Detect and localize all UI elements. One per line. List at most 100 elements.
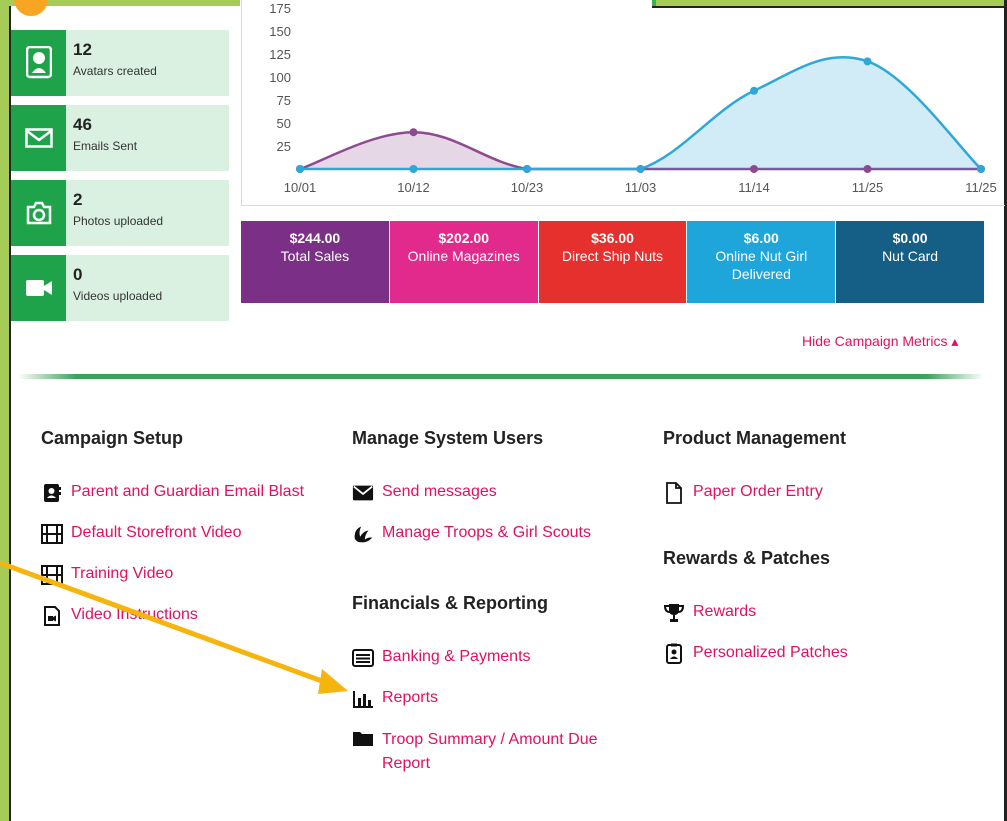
x-tick-label: 11/14 bbox=[738, 180, 770, 195]
link-label: Rewards bbox=[693, 603, 757, 620]
link-label: Reports bbox=[382, 689, 439, 706]
x-tick-label: 11/25 bbox=[965, 180, 997, 195]
y-tick-label: 25 bbox=[277, 139, 291, 154]
campaign-sales-chart: 175 150 125 100 75 50 25 10/01 10/12 10/23 11/03 11… bbox=[269, 1, 997, 195]
link-label: Send messages bbox=[382, 483, 497, 500]
default-storefront-video-link[interactable]: Default Storefront Video bbox=[41, 524, 241, 544]
tile-direct-ship-nuts[interactable]: $36.00 Direct Ship Nuts bbox=[538, 221, 687, 303]
tile-label: Direct Ship Nuts bbox=[561, 248, 664, 264]
tile-amount: $6.00 bbox=[743, 230, 779, 246]
stat-value: 0 bbox=[73, 265, 83, 284]
tile-amount: $202.00 bbox=[438, 230, 489, 246]
data-point[interactable] bbox=[977, 165, 985, 173]
sales-summary-tiles: $244.00 Total Sales $202.00 Online Magaz… bbox=[241, 221, 985, 303]
tile-label: Nut Card bbox=[882, 248, 939, 264]
personalized-patches-link[interactable]: Personalized Patches bbox=[663, 643, 848, 664]
y-tick-label: 100 bbox=[269, 70, 291, 85]
reports-link[interactable]: Reports bbox=[352, 689, 438, 709]
hide-campaign-metrics-link[interactable]: Hide Campaign Metrics ▴ bbox=[802, 333, 958, 350]
link-label: Banking & Payments bbox=[382, 648, 531, 665]
film-icon bbox=[41, 565, 63, 585]
list-alt-icon bbox=[352, 648, 374, 668]
tile-amount: $36.00 bbox=[591, 230, 634, 246]
badge-icon bbox=[663, 643, 685, 664]
film-icon bbox=[41, 524, 63, 544]
tile-amount: $244.00 bbox=[289, 230, 341, 246]
data-point[interactable] bbox=[523, 165, 531, 173]
banking-payments-link[interactable]: Banking & Payments bbox=[352, 648, 531, 668]
x-tick-label: 10/23 bbox=[511, 180, 544, 195]
avatar-icon bbox=[11, 30, 66, 96]
avatar[interactable] bbox=[14, 0, 48, 16]
file-icon bbox=[663, 482, 685, 504]
link-label: Parent and Guardian Email Blast bbox=[71, 483, 305, 500]
x-tick-label: 10/12 bbox=[397, 180, 430, 195]
troop-summary-label: Troop Summary / Amount Due Report bbox=[382, 728, 598, 776]
stat-label: Photos uploaded bbox=[73, 214, 164, 228]
bar-chart-icon bbox=[352, 689, 374, 709]
rewards-patches-title: Rewards & Patches bbox=[663, 548, 831, 568]
paper-order-entry-link[interactable]: Paper Order Entry bbox=[663, 482, 823, 504]
tile-label: Online Nut Girl Delivered bbox=[715, 248, 808, 282]
data-point[interactable] bbox=[750, 86, 758, 95]
camera-icon bbox=[11, 180, 66, 246]
link-label: Paper Order Entry bbox=[693, 483, 823, 500]
x-tick-label: 11/03 bbox=[625, 180, 657, 195]
link-label: Default Storefront Video bbox=[71, 524, 242, 541]
manage-troops-link[interactable]: Manage Troops & Girl Scouts bbox=[352, 524, 591, 544]
product-management-title: Product Management bbox=[663, 428, 847, 448]
training-video-link[interactable]: Training Video bbox=[41, 565, 173, 585]
tile-amount: $0.00 bbox=[892, 230, 928, 246]
envelope-icon bbox=[11, 105, 66, 171]
tile-online-nut-girl-delivered[interactable]: $6.00 Online Nut Girl Delivered bbox=[687, 221, 836, 303]
x-tick-label: 10/01 bbox=[284, 180, 317, 195]
stat-value: 2 bbox=[73, 190, 83, 209]
data-point[interactable] bbox=[636, 165, 645, 173]
frame-left-border bbox=[0, 0, 11, 821]
video-instructions-link[interactable]: Video Instructions bbox=[41, 606, 198, 626]
rewards-link[interactable]: Rewards bbox=[663, 603, 756, 623]
tile-label: Total Sales bbox=[280, 248, 350, 264]
tile-total-sales[interactable]: $244.00 Total Sales bbox=[241, 221, 389, 303]
link-label: Personalized Patches bbox=[693, 644, 848, 661]
stat-card-photos: 2 Photos uploaded bbox=[11, 180, 229, 246]
stat-card-avatars: 12 Avatars created bbox=[11, 30, 229, 96]
tile-nut-card[interactable]: $0.00 Nut Card bbox=[836, 221, 984, 303]
trefoil-icon bbox=[352, 524, 374, 544]
data-point[interactable] bbox=[863, 165, 872, 173]
stat-label: Videos uploaded bbox=[73, 289, 163, 303]
stats-panel: 12 Avatars created 46 Emails Sent 2 Phot… bbox=[11, 30, 229, 330]
y-tick-label: 150 bbox=[269, 24, 291, 39]
manage-system-users-title: Manage System Users bbox=[352, 428, 544, 448]
stat-card-emails: 46 Emails Sent bbox=[11, 105, 229, 171]
video-file-icon bbox=[41, 606, 63, 626]
section-divider bbox=[18, 374, 984, 379]
link-label: Training Video bbox=[71, 565, 174, 582]
financials-reporting-title: Financials & Reporting bbox=[352, 593, 549, 613]
data-point[interactable] bbox=[409, 128, 418, 137]
y-tick-label: 75 bbox=[277, 93, 291, 108]
stat-label: Emails Sent bbox=[73, 139, 138, 153]
folder-icon bbox=[352, 728, 374, 748]
data-point[interactable] bbox=[296, 165, 304, 173]
y-tick-label: 125 bbox=[269, 47, 291, 62]
y-tick-label: 175 bbox=[269, 1, 291, 16]
stat-card-videos: 0 Videos uploaded bbox=[11, 255, 229, 321]
link-label: Video Instructions bbox=[71, 606, 198, 623]
data-point[interactable] bbox=[863, 57, 872, 66]
envelope-icon bbox=[352, 483, 374, 503]
parent-guardian-email-blast-link[interactable]: Parent and Guardian Email Blast bbox=[41, 483, 304, 503]
trophy-icon bbox=[663, 603, 685, 623]
tile-online-magazines[interactable]: $202.00 Online Magazines bbox=[389, 221, 538, 303]
x-tick-label: 11/25 bbox=[852, 180, 884, 195]
data-point[interactable] bbox=[409, 165, 418, 173]
data-point[interactable] bbox=[750, 165, 758, 173]
video-camera-icon bbox=[11, 255, 66, 321]
campaign-setup-title: Campaign Setup bbox=[41, 428, 184, 448]
link-label: Manage Troops & Girl Scouts bbox=[382, 524, 591, 541]
send-messages-link[interactable]: Send messages bbox=[352, 483, 497, 503]
troop-summary-link[interactable]: Troop Summary / Amount Due Report bbox=[352, 728, 598, 776]
stat-value: 46 bbox=[73, 115, 92, 134]
link-label-continuation: Report bbox=[382, 755, 431, 772]
stat-label: Avatars created bbox=[73, 64, 157, 78]
